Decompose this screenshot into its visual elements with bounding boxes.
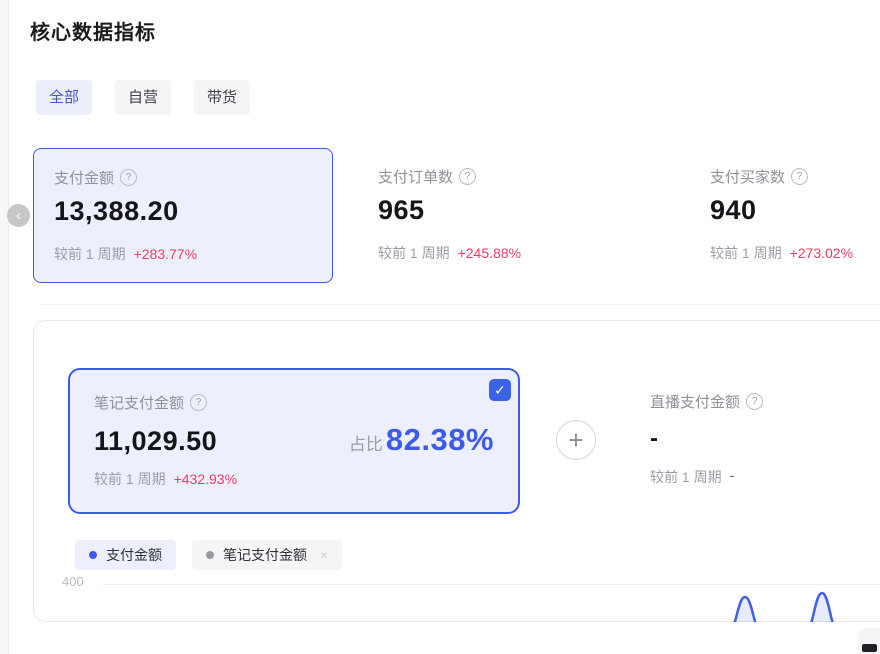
page-left-edge: [0, 0, 9, 654]
delta-value: +273.02%: [790, 245, 853, 261]
delta-value: +245.88%: [458, 245, 521, 261]
metric-value: 965: [378, 195, 654, 225]
help-icon[interactable]: ?: [791, 168, 808, 185]
metric-label: 支付金额: [54, 167, 114, 188]
live-delta-row: 较前 1 周期 -: [650, 467, 870, 487]
metric-value: 13,388.20: [54, 196, 312, 226]
tab-self-operated[interactable]: 自营: [115, 80, 171, 115]
metric-card-payment-buyers[interactable]: 支付买家数 ? 940 较前 1 周期 +273.02%: [698, 148, 880, 283]
note-card-checkbox[interactable]: ✓: [489, 379, 511, 401]
compare-label: 较前 1 周期: [378, 243, 450, 263]
metric-label-row: 支付买家数 ?: [710, 166, 868, 187]
page-title: 核心数据指标: [30, 16, 156, 45]
delta-value: +283.77%: [134, 246, 197, 262]
plus-icon: +: [568, 427, 583, 453]
metric-card-payment-orders[interactable]: 支付订单数 ? 965 较前 1 周期 +245.88%: [366, 148, 666, 283]
note-share: 占比 82.38%: [349, 422, 494, 458]
trend-chart: [33, 556, 880, 622]
corner-mark: [862, 644, 877, 652]
metric-label-row: 支付订单数 ?: [378, 166, 654, 187]
delta-value: -: [730, 467, 735, 487]
help-icon[interactable]: ?: [120, 169, 137, 186]
compare-label: 较前 1 周期: [94, 469, 166, 489]
section-divider: [40, 304, 880, 305]
share-label: 占比: [349, 430, 383, 455]
metric-delta-row: 较前 1 周期 +245.88%: [378, 243, 654, 263]
note-value-row: 11,029.50 占比 82.38%: [94, 422, 494, 458]
note-label-row: 笔记支付金额 ?: [94, 392, 494, 413]
compare-label: 较前 1 周期: [54, 244, 126, 264]
compare-label: 较前 1 周期: [650, 467, 722, 487]
live-label-row: 直播支付金额 ?: [650, 391, 870, 412]
add-metric-button[interactable]: +: [556, 420, 596, 460]
check-icon: ✓: [494, 382, 506, 399]
metric-label: 支付买家数: [710, 166, 785, 187]
delta-value: +432.93%: [174, 471, 237, 487]
help-icon[interactable]: ?: [746, 393, 763, 410]
breakdown-card-note-payment[interactable]: 笔记支付金额 ? 11,029.50 占比 82.38% 较前 1 周期 +43…: [68, 368, 520, 514]
tab-all[interactable]: 全部: [36, 80, 92, 115]
breakdown-card-live-payment[interactable]: 直播支付金额 ? - 较前 1 周期 -: [650, 391, 870, 487]
scope-tabs: 全部 自营 带货: [36, 80, 250, 115]
metric-card-payment-amount[interactable]: 支付金额 ? 13,388.20 较前 1 周期 +283.77%: [33, 148, 333, 283]
compare-label: 较前 1 周期: [710, 243, 782, 263]
metric-delta-row: 较前 1 周期 +283.77%: [54, 244, 312, 264]
metric-label-row: 支付金额 ?: [54, 167, 312, 188]
metric-label: 支付订单数: [378, 166, 453, 187]
share-value: 82.38%: [386, 422, 494, 458]
metric-delta-row: 较前 1 周期 +273.02%: [710, 243, 868, 263]
metric-value: 940: [710, 195, 868, 225]
live-value: -: [650, 426, 870, 452]
chevron-left-icon: ‹: [16, 208, 21, 223]
note-value: 11,029.50: [94, 426, 217, 457]
help-icon[interactable]: ?: [459, 168, 476, 185]
note-delta-row: 较前 1 周期 +432.93%: [94, 469, 494, 489]
tab-affiliate[interactable]: 带货: [194, 80, 250, 115]
carousel-prev-button[interactable]: ‹: [7, 204, 30, 227]
help-icon[interactable]: ?: [190, 394, 207, 411]
live-label: 直播支付金额: [650, 391, 740, 412]
note-label: 笔记支付金额: [94, 392, 184, 413]
